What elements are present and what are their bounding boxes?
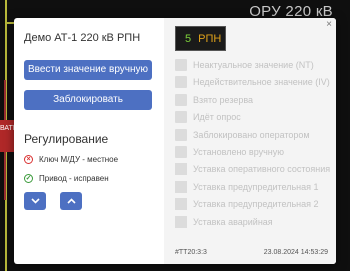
flag-label: Уставка аварийная xyxy=(193,216,273,227)
flag-setpoint-operational: Уставка оперативного состояния xyxy=(175,161,336,177)
flag-setpoint-warning-2: Уставка предупредительная 2 xyxy=(175,196,336,212)
warning-icon xyxy=(175,59,187,71)
device-title: Демо АТ-1 220 кВ РПН xyxy=(24,32,141,44)
clock-icon xyxy=(175,111,187,124)
square-icon xyxy=(175,215,187,228)
status-drive-ok: ✓ Привод - исправен xyxy=(24,173,154,183)
square-icon xyxy=(175,198,187,211)
flag-label: Установлено вручную xyxy=(193,146,285,157)
arrow-up-icon xyxy=(175,93,187,106)
flag-manual: Установлено вручную xyxy=(175,144,336,160)
dialog-right-panel: × 5 РПН Неактуальное значение (NT) Недей… xyxy=(164,18,336,264)
close-icon[interactable]: × xyxy=(326,20,332,30)
status-key-local: × Ключ М/ДУ - местное xyxy=(24,154,154,164)
flag-label: Уставка предупредительная 1 xyxy=(193,181,319,192)
tap-up-button[interactable] xyxy=(60,192,82,210)
status-label: Ключ М/ДУ - местное xyxy=(39,154,119,164)
dialog-footer: #TT20:3:3 23.08.2024 14:53:29 xyxy=(175,249,328,256)
flag-setpoint-emergency: Уставка аварийная xyxy=(175,214,336,230)
flag-label: Заблокировано оператором xyxy=(193,129,310,140)
device-dialog: Демо АТ-1 220 кВ РПН Ввести значение вру… xyxy=(14,18,336,264)
tap-down-button[interactable] xyxy=(24,192,46,210)
manual-entry-button[interactable]: Ввести значение вручную xyxy=(24,60,152,80)
flag-not-topical: Неактуальное значение (NT) xyxy=(175,57,336,73)
flag-label: Взято резерва xyxy=(193,94,254,105)
status-label: Привод - исправен xyxy=(39,173,109,183)
chevron-down-icon xyxy=(30,198,40,204)
flag-label: Уставка предупредительная 2 xyxy=(193,199,319,210)
signal-tag: #TT20:3:3 xyxy=(175,249,207,256)
hand-icon xyxy=(175,145,187,158)
square-icon xyxy=(175,180,187,193)
error-circle-icon: × xyxy=(24,154,33,164)
tap-position-display: 5 РПН xyxy=(175,26,226,51)
timestamp: 23.08.2024 14:53:29 xyxy=(263,249,328,256)
flag-label: Идёт опрос xyxy=(193,112,241,123)
flag-label: Уставка оперативного состояния xyxy=(193,164,331,175)
flag-label: Неактуальное значение (NT) xyxy=(193,60,314,70)
dialog-left-panel: Демо АТ-1 220 кВ РПН Ввести значение вру… xyxy=(14,18,164,264)
flag-setpoint-warning-1: Уставка предупредительная 1 xyxy=(175,179,336,195)
check-circle-icon: ✓ xyxy=(24,173,33,183)
flag-blocked: Заблокировано оператором xyxy=(175,127,336,143)
flag-reserve: Взято резерва xyxy=(175,92,336,108)
regulation-title: Регулирование xyxy=(24,132,109,146)
square-icon xyxy=(175,163,187,176)
chevron-up-icon xyxy=(66,198,76,204)
tap-position-number: 5 xyxy=(185,32,192,45)
block-button[interactable]: Заблокировать xyxy=(24,90,152,110)
tap-position-label: РПН xyxy=(198,32,222,45)
quality-flags-list: Неактуальное значение (NT) Недействитель… xyxy=(175,57,336,230)
tap-controls xyxy=(24,192,154,210)
flag-label: Недействительное значение (IV) xyxy=(193,77,330,88)
flag-invalid: Недействительное значение (IV) xyxy=(175,74,336,90)
warning-icon xyxy=(175,76,187,89)
lock-icon xyxy=(175,128,187,141)
flag-polling: Идёт опрос xyxy=(175,109,336,125)
